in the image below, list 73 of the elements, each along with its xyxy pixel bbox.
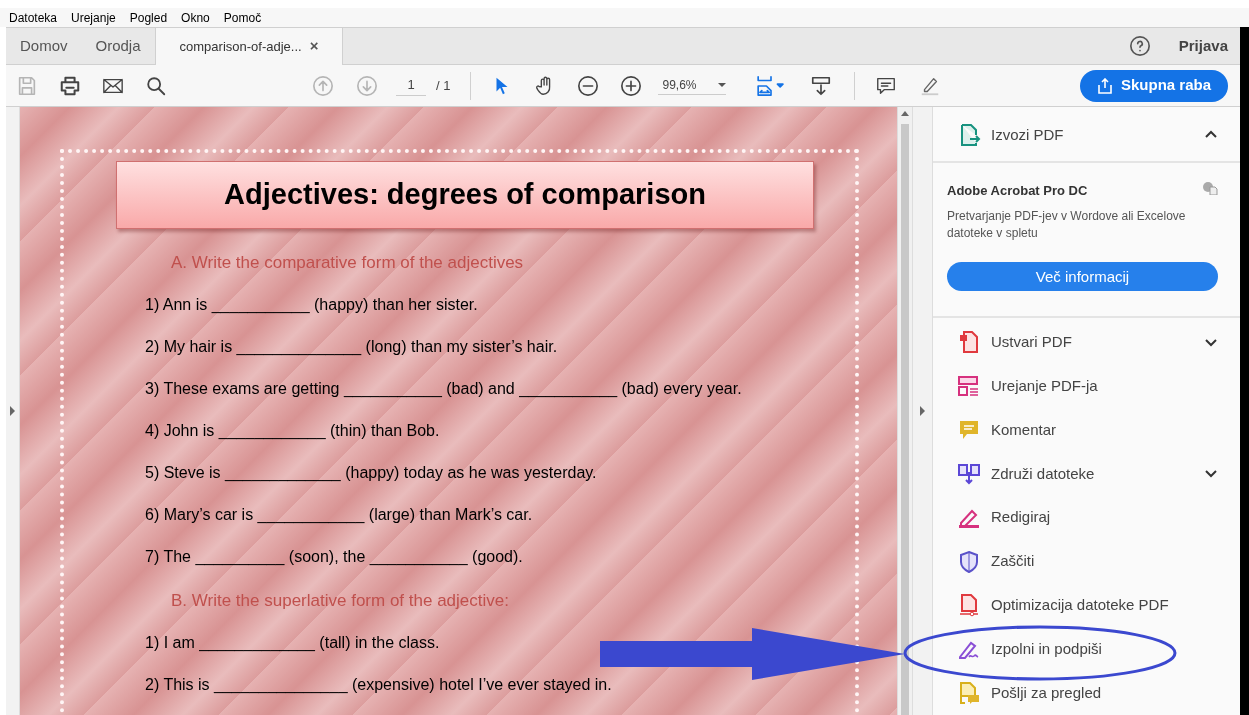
tool-item[interactable]: Združi datoteke (933, 451, 1240, 496)
menu-item[interactable]: Datoteka (9, 8, 58, 27)
tool-label: Združi datoteke (991, 463, 1095, 484)
zoom-out-icon[interactable] (577, 74, 600, 97)
exercise-sentence: 3) These exams are getting ___________ (bad) and ___________ (bad) every year. (145, 379, 743, 399)
scroll-mode-icon[interactable] (810, 74, 833, 97)
promo-title: Adobe Acrobat Pro DC (947, 181, 1088, 200)
more-info-button[interactable]: Več informacij (947, 262, 1218, 292)
chevron-down-icon[interactable] (1204, 469, 1218, 479)
close-tab-button[interactable]: × (309, 35, 319, 58)
print-icon[interactable] (59, 74, 81, 97)
menu-item[interactable]: Urejanje (71, 8, 116, 27)
document-slider-icon (958, 593, 980, 618)
tool-item[interactable]: Urejanje PDF-ja (933, 364, 1240, 409)
tab[interactable]: Orodja (81, 28, 155, 64)
shield-icon (959, 549, 979, 574)
document-comment-icon (958, 681, 980, 706)
tool-item[interactable]: Izpolni in podpiši (933, 627, 1240, 672)
tool-item[interactable]: Optimizacija datoteke PDF (933, 583, 1240, 628)
chevron-down-icon[interactable] (1204, 337, 1218, 347)
exercise-sentence: 1) I am _____________ (tall) in the class. (145, 633, 441, 653)
menu-item[interactable]: Pogled (129, 8, 168, 27)
tool-label: Komentar (991, 419, 1057, 440)
page-total: / 1 (436, 76, 451, 95)
exercise-sentence: 6) Mary’s car is ____________ (large) than Mark’s car. (145, 505, 534, 525)
comment-icon (958, 418, 980, 441)
combine-files-icon (957, 461, 981, 486)
section-heading: A. Write the comparative form of the adjectives (171, 253, 525, 273)
tool-label: Ustvari PDF (991, 332, 1072, 353)
tool-item[interactable]: Ustvari PDF (933, 320, 1240, 365)
tool-label: Urejanje PDF-ja (991, 375, 1098, 396)
layout-edit-icon (957, 375, 981, 398)
tool-label: Pošlji za pregled (991, 682, 1102, 703)
share-icon (1096, 77, 1113, 94)
tool-item[interactable]: Zaščiti (933, 539, 1240, 584)
tool-label: Redigiraj (991, 507, 1051, 528)
tab-label: comparison-of-adje... (179, 37, 302, 56)
collapse-right-icon[interactable] (920, 406, 925, 416)
tab-label: Orodja (95, 35, 141, 56)
exercise-sentence: 1) Ann is ___________ (happy) than her sister. (145, 295, 479, 315)
page-number-field[interactable]: 1 (396, 75, 426, 96)
tab[interactable]: Domov (6, 28, 82, 64)
zoom-in-icon[interactable] (620, 74, 643, 97)
menu-item[interactable]: Pomoč (223, 8, 262, 27)
zoom-dropdown[interactable]: 99,6% (658, 76, 727, 95)
exercise-sentence: 4) John is ____________ (thin) than Bob. (145, 421, 441, 441)
tool-label: Optimizacija datoteke PDF (991, 595, 1169, 616)
tool-label: Izpolni in podpiši (991, 638, 1102, 659)
tab-label: Domov (20, 35, 68, 56)
tool-item[interactable]: Redigiraj (933, 495, 1240, 540)
section-heading: B. Write the superlative form of the adjective: (171, 591, 510, 611)
tool-item[interactable]: Komentar (933, 408, 1240, 452)
vertical-scrollbar[interactable] (897, 107, 913, 715)
search-icon[interactable] (145, 74, 167, 97)
worksheet-title: Adjectives: degrees of comparison (224, 177, 706, 213)
document-export-icon (959, 122, 981, 147)
exercise-sentence: 2) This is _______________ (expensive) hotel I’ve ever stayed in. (145, 675, 613, 695)
cloud-document-icon (1202, 180, 1218, 195)
help-icon[interactable] (1128, 35, 1151, 57)
tool-label: Izvozi PDF (991, 124, 1064, 145)
document-plus-icon (958, 330, 980, 355)
menu-item[interactable]: Okno (181, 8, 210, 27)
share-button[interactable]: Skupna raba (1079, 69, 1228, 102)
chevron-up-icon[interactable] (1204, 130, 1218, 140)
tool-item[interactable]: Pošlji za pregled (933, 671, 1240, 715)
exercise-sentence: 7) The __________ (soon), the ___________ (good). (145, 547, 524, 567)
exercise-sentence: 2) My hair is ______________ (long) than my sister’s hair. (145, 337, 559, 357)
tab[interactable]: comparison-of-adje... × (154, 28, 344, 65)
expand-left-icon[interactable] (10, 406, 15, 416)
exercise-sentence: 5) Steve is _____________ (happy) today as he was yesterday. (145, 463, 598, 483)
tool-label: Zaščiti (991, 551, 1035, 572)
sign-in-link[interactable]: Prijava (1178, 34, 1228, 58)
promo-description: Pretvarjanje PDF-jev v Wordove ali Excelove datoteke v spletu (947, 208, 1187, 243)
